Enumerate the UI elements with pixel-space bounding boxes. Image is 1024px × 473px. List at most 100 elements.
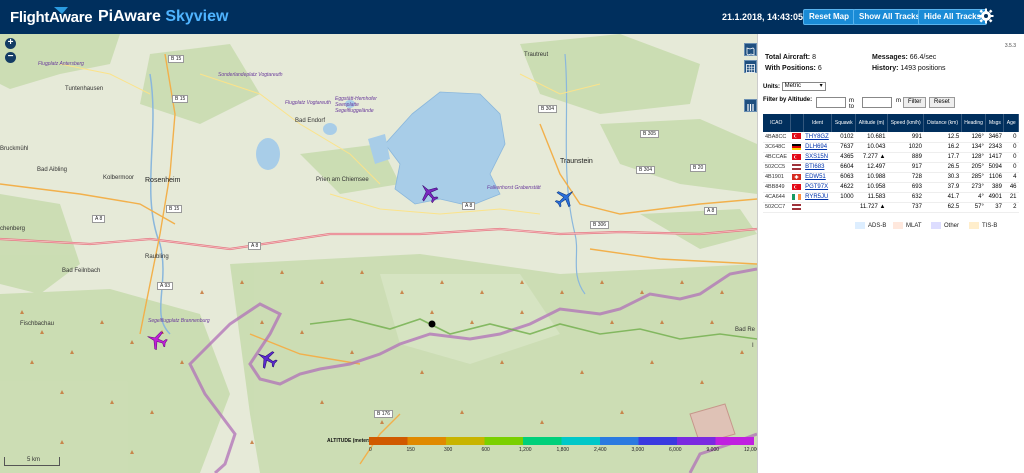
source-legend-label: MLAT xyxy=(906,223,922,230)
age-cell: 0 xyxy=(1003,142,1019,153)
altitude-cell: 11.583 xyxy=(855,192,888,203)
column-header[interactable]: Ident xyxy=(803,114,833,132)
total-aircraft-label: Total Aircraft: xyxy=(765,54,811,61)
altitude-from-input[interactable] xyxy=(816,97,846,108)
ident-cell: RYR5JU xyxy=(803,192,832,203)
column-header[interactable]: Distance (km) xyxy=(923,114,962,132)
zoom-out-button[interactable]: − xyxy=(5,52,16,63)
ident-cell: BTI683 xyxy=(803,162,832,173)
column-header[interactable]: Altitude (m) xyxy=(855,114,888,132)
ident-link[interactable]: RYR5JU xyxy=(805,194,828,200)
column-header[interactable]: ICAO xyxy=(763,114,791,132)
aircraft-row[interactable]: 4BB849 PGT97X 4622 10.958 693 37.9 273° 389 46 xyxy=(763,182,1019,193)
sidebar: 3.5.3 Total Aircraft: 8 With Positions: … xyxy=(757,34,1024,473)
road-label: A 8 xyxy=(704,207,718,215)
ident-link[interactable]: BTI683 xyxy=(805,164,824,170)
altitude-color-segment xyxy=(484,437,524,445)
column-header[interactable]: Squawk xyxy=(831,114,857,132)
aircraft-row[interactable]: 3C648C DLH694 7637 10.043 1020 16.2 134° 2343 0 xyxy=(763,142,1019,153)
aircraft-marker[interactable] xyxy=(146,329,168,351)
place-label: Sonderlandeplatz Vogtareuth xyxy=(218,72,283,78)
units-row: Units: Metric xyxy=(763,82,826,91)
aircraft-marker[interactable] xyxy=(256,348,278,370)
aircraft-row[interactable]: 4B1901 EDW51 6063 10.988 728 30.3 285° 1106 4 xyxy=(763,172,1019,183)
column-header[interactable]: Speed (km/h) xyxy=(887,114,925,132)
altitude-to-input[interactable] xyxy=(862,97,892,108)
reset-map-button[interactable]: Reset Map xyxy=(803,9,856,25)
history-label: History: xyxy=(872,65,899,72)
zoom-in-button[interactable]: + xyxy=(5,38,16,49)
aircraft-marker[interactable] xyxy=(554,187,576,209)
column-header[interactable]: Heading xyxy=(961,114,987,132)
msgs-cell: 3467 xyxy=(985,132,1004,143)
age-cell: 2 xyxy=(1003,202,1019,213)
msgs-cell: 4901 xyxy=(985,192,1004,203)
units-select[interactable]: Metric xyxy=(781,82,826,91)
altitude-cell: 10.681 xyxy=(855,132,888,143)
table-icon[interactable] xyxy=(744,60,757,73)
scale-bar: 5 km xyxy=(4,457,60,466)
column-header[interactable]: Age xyxy=(1003,114,1019,132)
country-flag-icon xyxy=(790,202,804,213)
total-aircraft: Total Aircraft: 8 xyxy=(765,54,816,61)
ident-link[interactable]: PGT97X xyxy=(805,184,828,190)
msgs-cell: 1106 xyxy=(985,172,1004,183)
distance-cell: 17.7 xyxy=(923,152,962,163)
altitude-cell: 10.988 xyxy=(855,172,888,183)
altitude-tick-label: 600 xyxy=(481,447,490,453)
icao-cell: 4BCCAE xyxy=(763,152,791,163)
map-layers-icon[interactable] xyxy=(744,43,757,56)
age-cell: 0 xyxy=(1003,162,1019,173)
altitude-tick-label: 150 xyxy=(406,447,415,453)
receiver-marker xyxy=(428,320,436,328)
ident-link[interactable]: EDW51 xyxy=(805,174,826,180)
aircraft-row[interactable]: 502CC7 11.727 ▲ 737 62.5 57° 37 2 xyxy=(763,202,1019,213)
aircraft-marker[interactable] xyxy=(418,182,440,204)
column-header[interactable]: Msgs xyxy=(985,114,1005,132)
messages-label: Messages: xyxy=(872,54,908,61)
country-flag-icon xyxy=(790,142,804,153)
aircraft-row[interactable]: 4CA644 RYR5JU 1000 11.583 632 41.7 4° 4901 21 xyxy=(763,192,1019,203)
map-view[interactable]: Flugplatz Antersberg Tuntenhausen Sonder… xyxy=(0,34,757,473)
clock: 21.1.2018, 14:43:05 xyxy=(722,12,804,22)
place-label: Prien am Chiemsee xyxy=(316,177,369,183)
road-label: B 304 xyxy=(636,166,656,174)
top-bar: FlightAware PiAware Skyview 21.1.2018, 1… xyxy=(0,0,1024,34)
heading-cell: 134° xyxy=(961,142,986,153)
reset-filter-button[interactable]: Reset xyxy=(929,97,955,108)
altitude-tick-label: 1,200 xyxy=(519,447,532,453)
place-label: Trautreut xyxy=(524,52,549,58)
ident-link[interactable]: THY8GZ xyxy=(805,134,829,140)
altitude-cell: 10.043 xyxy=(855,142,888,153)
show-all-tracks-button[interactable]: Show All Tracks xyxy=(853,9,927,25)
distance-cell: 12.5 xyxy=(923,132,962,143)
altitude-color-segment xyxy=(446,437,485,445)
ident-link[interactable]: DLH694 xyxy=(805,144,827,150)
filter-button[interactable]: Filter xyxy=(903,97,927,108)
aircraft-row[interactable]: 4BA8CC THY8GZ 0102 10.681 991 12.5 126° 3467 0 xyxy=(763,132,1019,143)
altitude-tick-label: 6,000 xyxy=(669,447,682,453)
heading-cell: 205° xyxy=(961,162,986,173)
place-label: chenberg xyxy=(0,226,26,232)
column-header[interactable] xyxy=(790,114,804,132)
ident-link[interactable]: SXS15N xyxy=(805,154,828,160)
aircraft-row[interactable]: 502CC5 BTI683 6604 12.497 917 26.5 205° 5094 0 xyxy=(763,162,1019,173)
country-flag-icon xyxy=(790,192,804,203)
squawk-cell xyxy=(831,202,856,213)
aircraft-row[interactable]: 4BCCAE SXS15N 4365 7.277 ▲ 889 17.7 128° 1417 0 xyxy=(763,152,1019,163)
place-label: Bad Endorf xyxy=(295,118,326,124)
age-cell: 0 xyxy=(1003,132,1019,143)
road-label: A 8 xyxy=(462,202,476,210)
app-title-part1: PiAware xyxy=(98,8,161,25)
ident-cell: THY8GZ xyxy=(803,132,832,143)
squawk-cell: 1000 xyxy=(831,192,856,203)
panel-toggle-icon[interactable] xyxy=(744,99,757,112)
messages-value: 66.4/sec xyxy=(909,54,937,61)
gear-icon[interactable] xyxy=(978,8,994,24)
heading-cell: 128° xyxy=(961,152,986,163)
altitude-color-segment xyxy=(561,437,601,445)
source-swatch xyxy=(969,222,979,229)
place-label: Bad Aibling xyxy=(37,167,68,173)
altitude-color-bar xyxy=(369,437,754,445)
hide-all-tracks-button[interactable]: Hide All Tracks xyxy=(918,9,988,25)
